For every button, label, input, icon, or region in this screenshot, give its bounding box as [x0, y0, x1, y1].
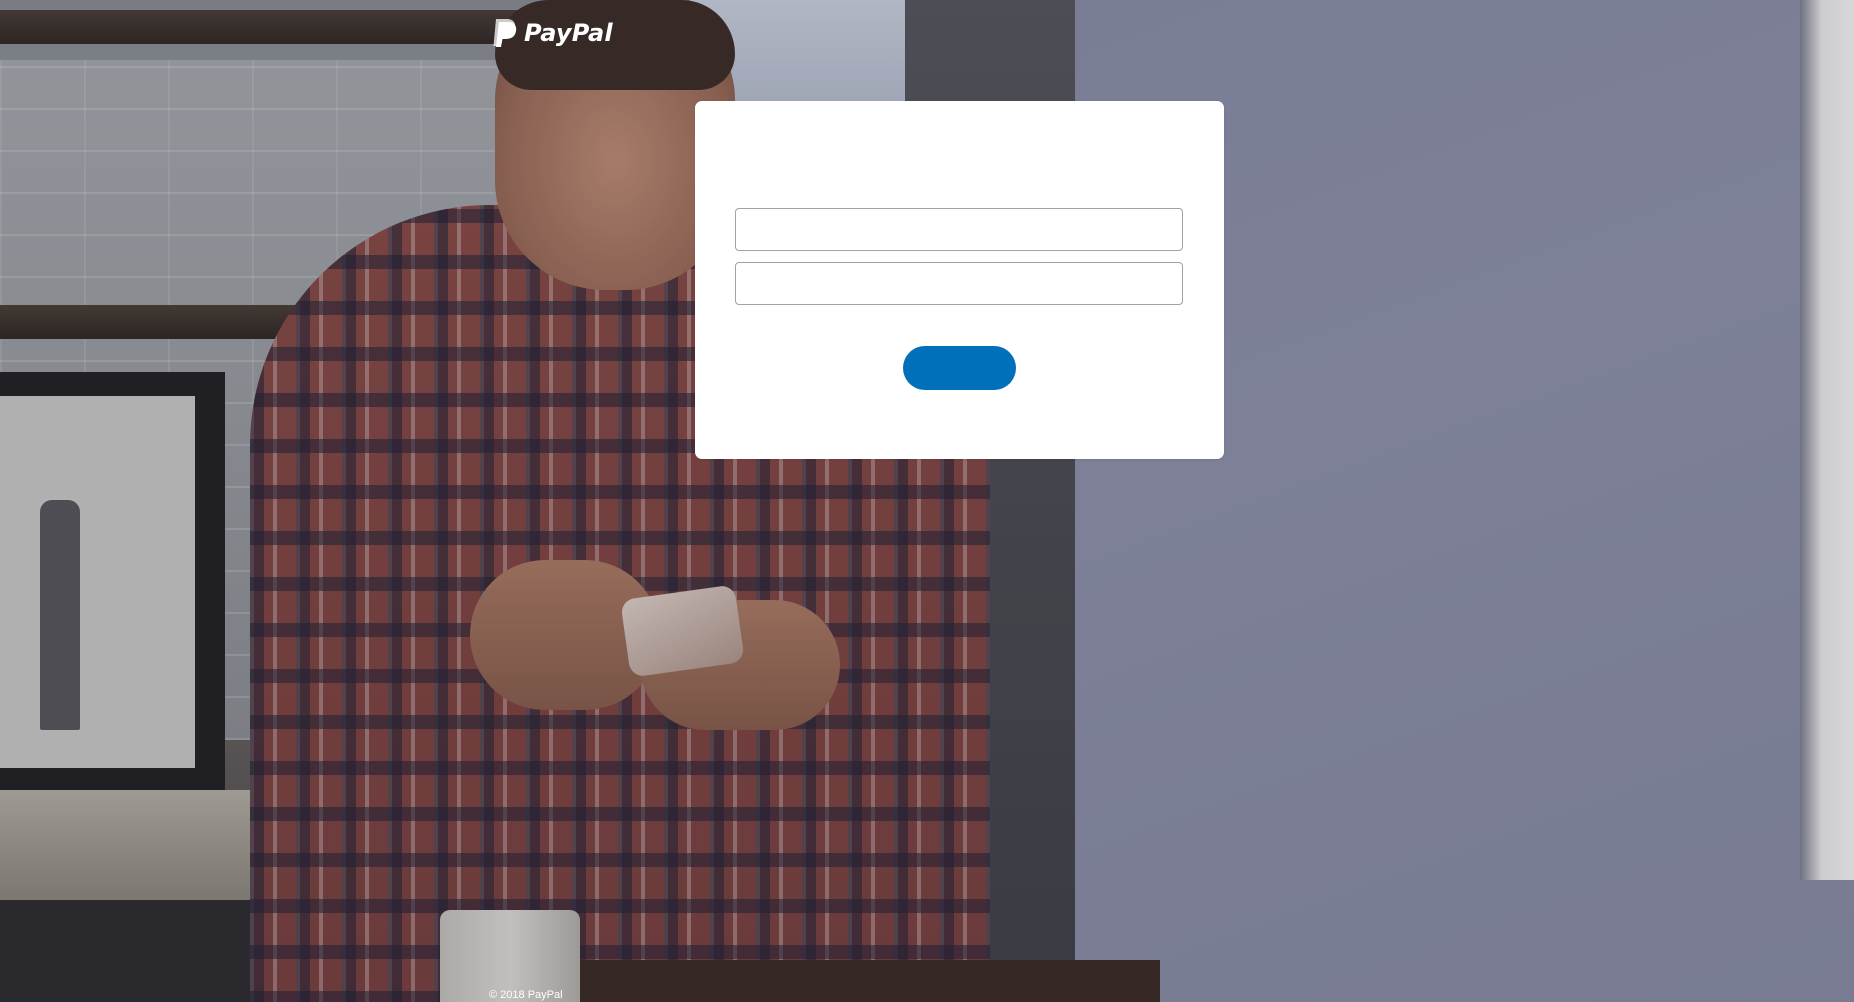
login-button[interactable] — [903, 346, 1016, 390]
paypal-wordmark: PayPal — [524, 19, 613, 47]
footer-copyright: © 2018 PayPal — [489, 989, 563, 1001]
paypal-p-icon — [493, 19, 517, 47]
login-card — [695, 101, 1224, 459]
paypal-logo: PayPal — [490, 18, 613, 48]
email-field[interactable] — [735, 208, 1183, 251]
page-background: PayPal © 2018 PayPal — [0, 0, 1854, 1002]
password-field[interactable] — [735, 262, 1183, 305]
